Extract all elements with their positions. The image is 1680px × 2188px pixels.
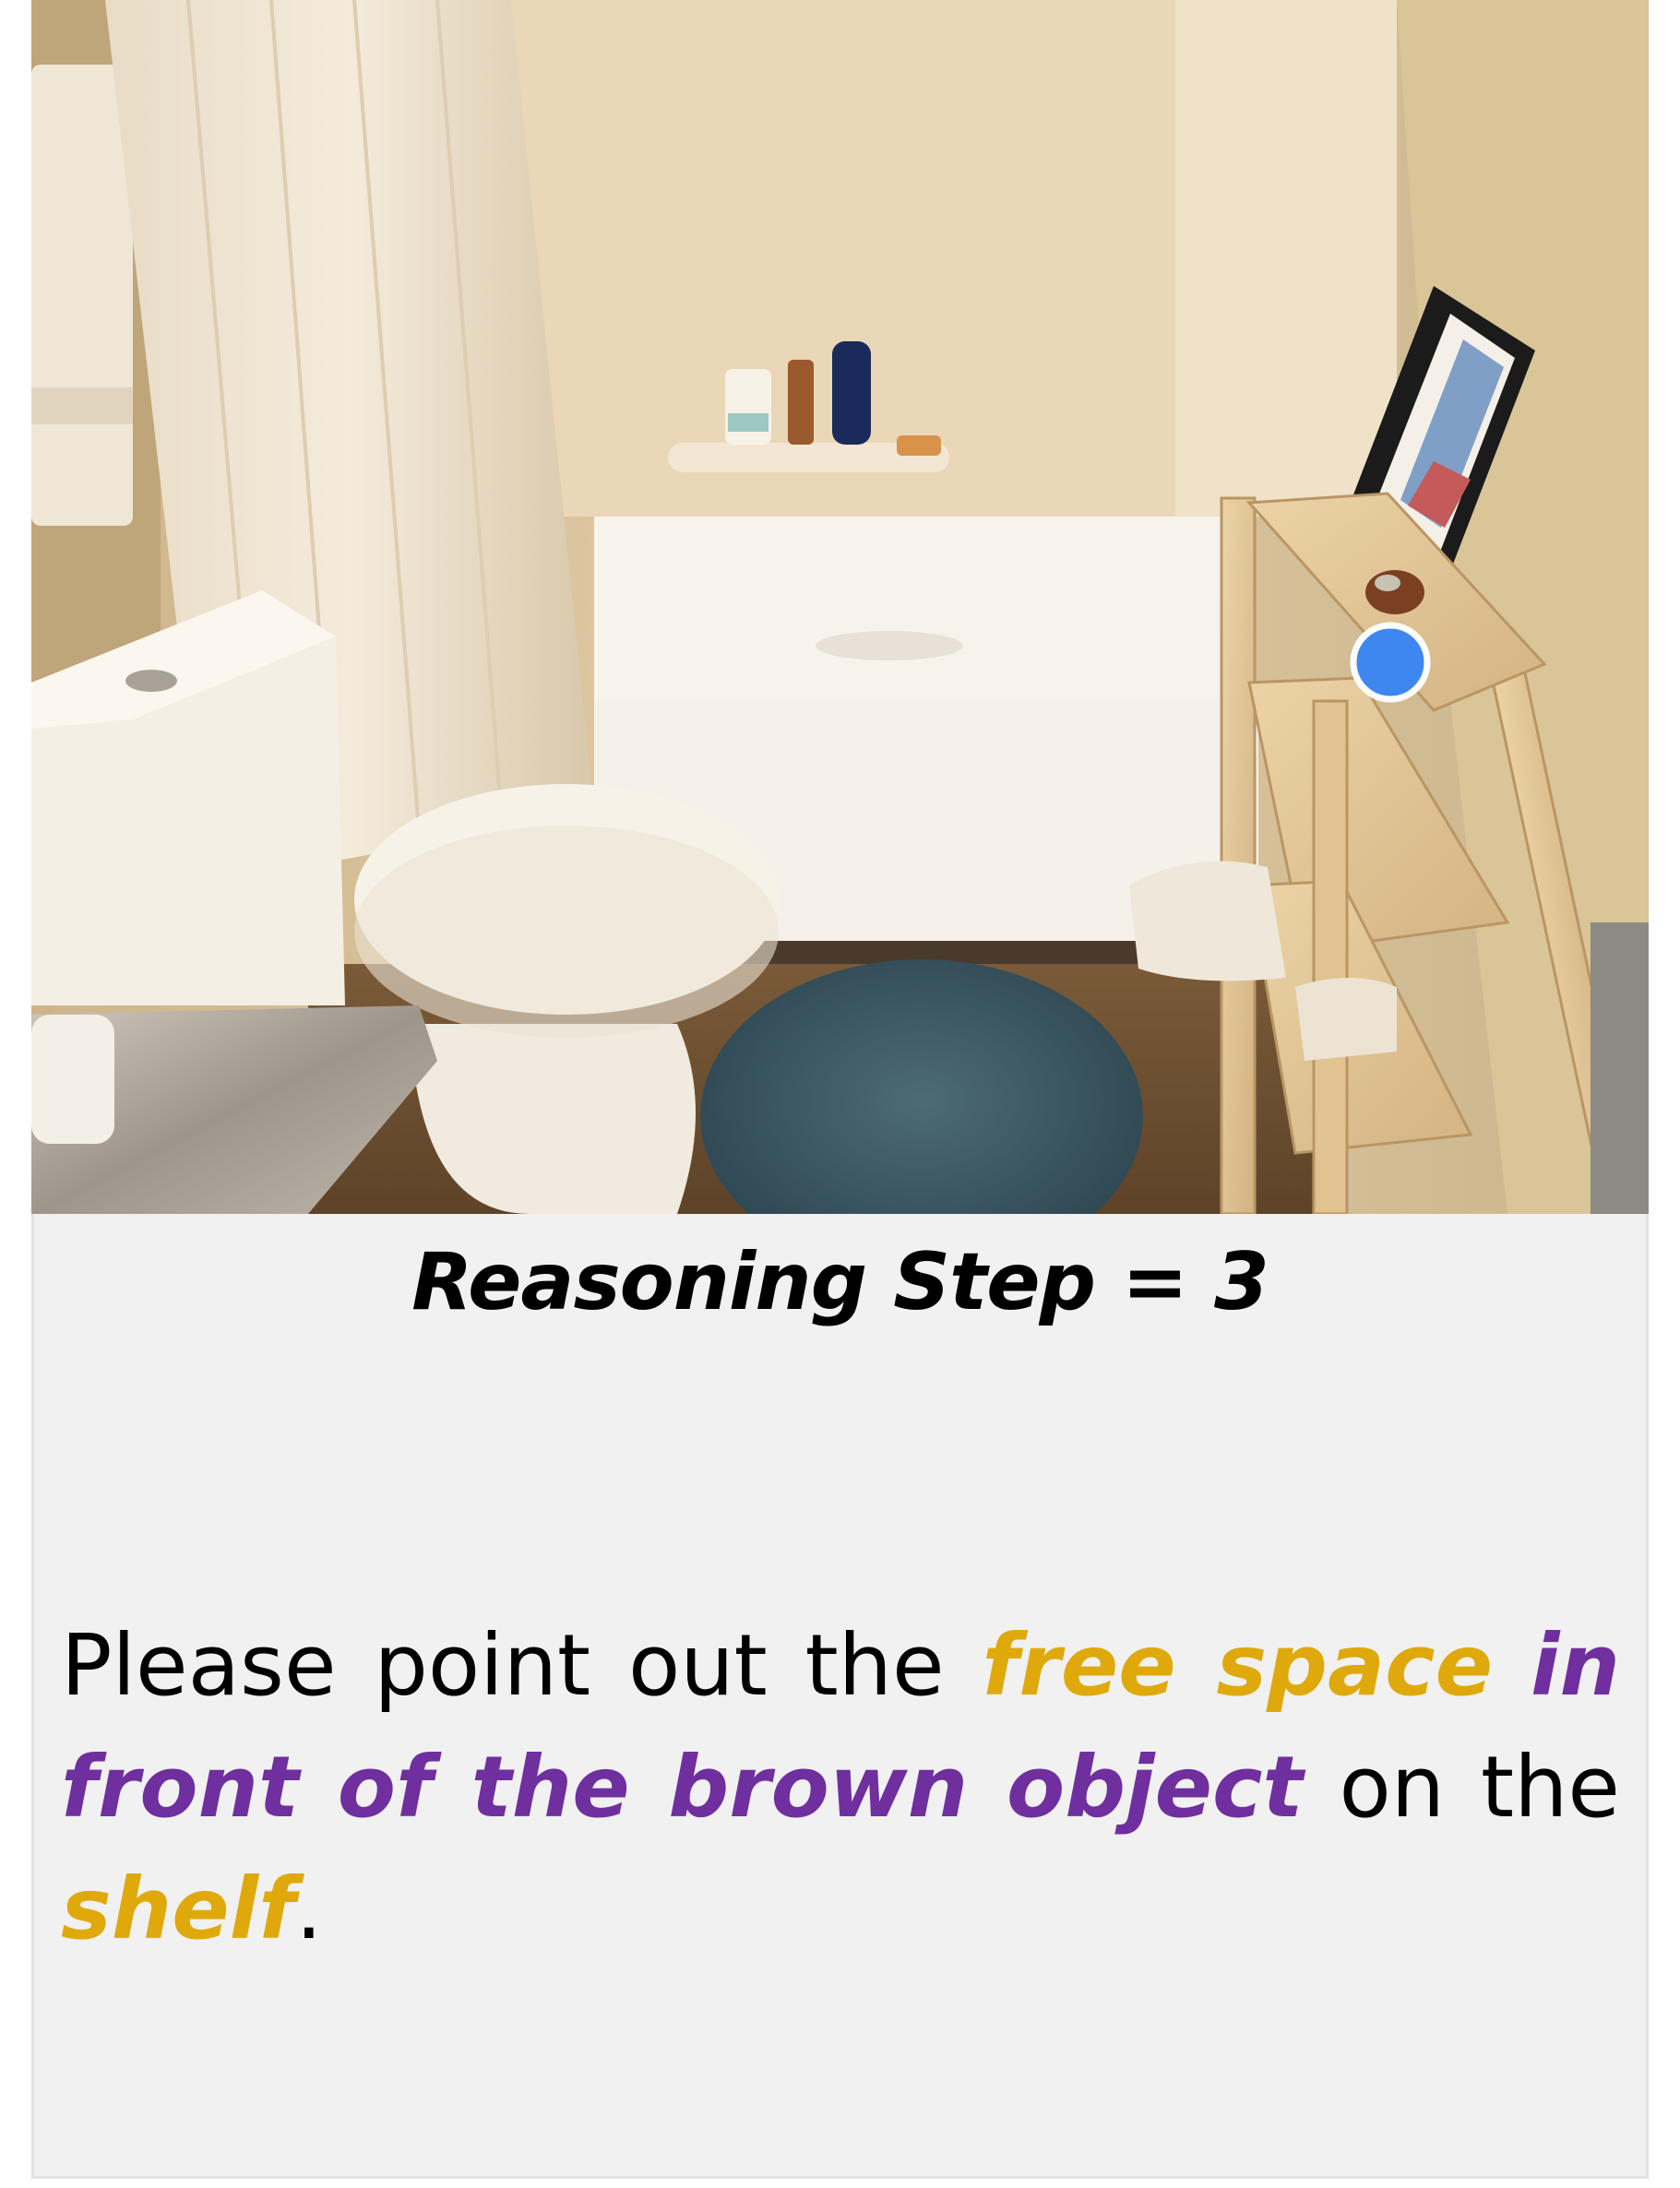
instruction-part-2: on the <box>1303 1738 1620 1837</box>
instruction-part-1: Please point out the <box>61 1616 983 1715</box>
target-highlight: free space <box>982 1616 1494 1715</box>
instruction-space <box>1493 1616 1531 1715</box>
reasoning-step-title: Reasoning Step = 3 <box>411 1236 1269 1328</box>
point-marker-icon <box>1350 622 1431 703</box>
bathroom-photo <box>31 0 1649 1214</box>
instruction-part-3: . <box>295 1860 323 1958</box>
surface-highlight: shelf <box>61 1860 296 1958</box>
instruction-text: Please point out the free space in front… <box>61 1605 1620 1970</box>
